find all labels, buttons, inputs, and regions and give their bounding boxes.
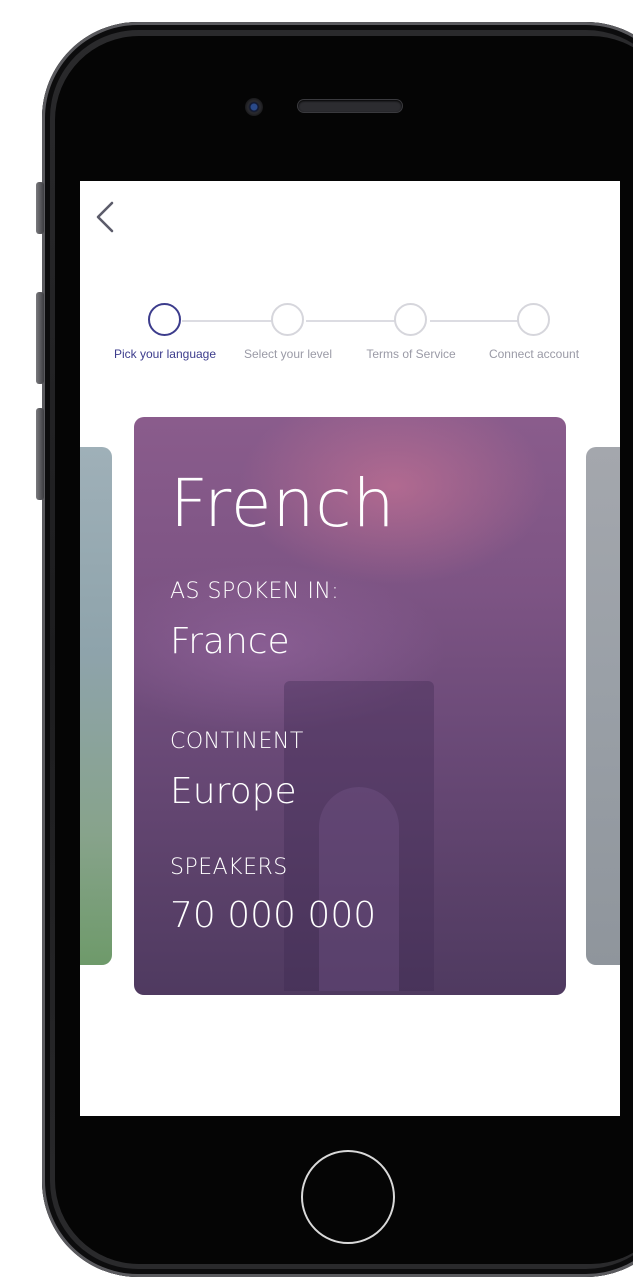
step-3-label: Terms of Service [366,347,456,361]
stepper-connector [182,320,272,322]
mute-switch [36,182,44,234]
step-3-indicator[interactable] [394,303,427,336]
language-card[interactable]: French AS SPOKEN IN: France CONTINENT Eu… [134,417,566,995]
stepper-connector [430,320,520,322]
language-name: French [170,465,396,542]
stepper-connector [306,320,396,322]
step-4-label: Connect account [488,347,580,361]
spoken-in-value: France [170,621,290,662]
next-language-card[interactable] [586,447,620,965]
earpiece-speaker [298,100,402,112]
spoken-in-label: AS SPOKEN IN: [170,579,340,604]
continent-label: CONTINENT [170,729,304,754]
continent-value: Europe [170,771,297,812]
step-1-indicator[interactable] [148,303,181,336]
previous-language-card[interactable] [80,447,112,965]
speakers-label: SPEAKERS [170,855,288,880]
step-2-indicator[interactable] [271,303,304,336]
arch-opening [319,787,399,991]
volume-up-button [36,292,44,384]
front-camera [245,98,263,116]
back-button[interactable] [90,197,120,237]
step-4-indicator[interactable] [517,303,550,336]
chevron-left-icon [96,201,114,233]
volume-down-button [36,408,44,500]
home-button[interactable] [301,1150,395,1244]
onboarding-stepper: Pick your language Select your level Ter… [80,301,620,371]
app-screen: Pick your language Select your level Ter… [80,181,620,1116]
speakers-value: 70 000 000 [170,895,377,936]
step-2-label: Select your level [243,347,333,361]
step-1-label: Pick your language [113,347,217,361]
stage: Pick your language Select your level Ter… [0,0,633,1281]
